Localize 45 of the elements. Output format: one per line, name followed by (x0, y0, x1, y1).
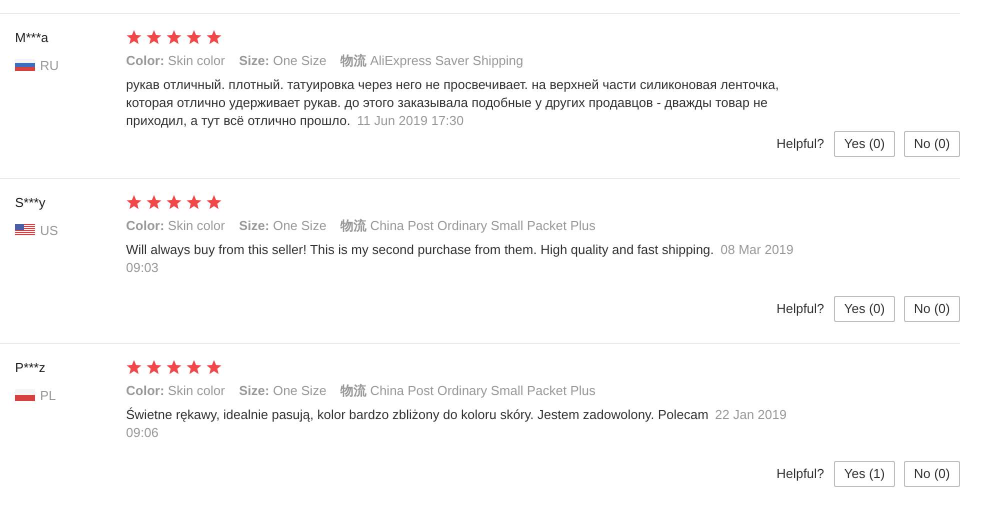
helpful-label: Helpful? (776, 135, 824, 154)
star-icon (146, 360, 162, 374)
size-info: Size: One Size (238, 382, 326, 400)
helpful-label: Helpful? (776, 300, 824, 318)
shipping-info: 物流 China Post Ordinary Small Packet Plus (340, 217, 596, 235)
size-info: Size: One Size (238, 217, 326, 235)
country-code: RU (40, 56, 59, 74)
star-icon (186, 194, 202, 210)
star-icon (186, 30, 202, 44)
no-vote-button[interactable]: No (0) (904, 296, 960, 322)
star-icon (126, 30, 142, 44)
yes-vote-button[interactable]: Yes (1) (834, 461, 895, 487)
country-code: PL (40, 386, 56, 404)
color-info: Color: Skin color (126, 217, 225, 235)
yes-vote-button[interactable]: Yes (0) (834, 296, 895, 322)
star-icon (206, 194, 222, 210)
star-icon (166, 360, 182, 374)
review-text: рукав отличный. плотный. татуировка через него не просвечивает. на верхней части силиконовая ленточка, которая отлично удерживает рукав. до этого заказывала подобные у других продавцов - дважды товар не приходил, а тут всё отлично прошло. 11 Jun 2019 17:30 (126, 76, 780, 130)
color-info: Color: Skin color (126, 382, 225, 400)
flag-icon (15, 224, 35, 236)
helpful-label: Helpful? (776, 465, 824, 484)
country-code: US (40, 222, 58, 240)
no-vote-button[interactable]: No (0) (904, 131, 960, 157)
shipping-info: 物流 China Post Ordinary Small Packet Plus (340, 382, 596, 400)
star-icon (146, 194, 162, 210)
star-icon (206, 360, 222, 374)
color-info: Color: Skin color (126, 52, 225, 70)
user-name: M***a (15, 29, 50, 47)
flag-icon (15, 389, 35, 402)
star-icon (186, 360, 202, 374)
user-name: S***y (15, 194, 46, 212)
yes-vote-button[interactable]: Yes (0) (834, 131, 895, 157)
user-name: P***z (15, 359, 46, 377)
review-text: Świetne rękawy, idealnie pasują, kolor bardzo zbliżony do koloru skóry. Jestem zadowolony. Polecam 22 Jan 2019 09:06 (126, 406, 788, 442)
review-text: Will always buy from this seller! This is my second purchase from them. High quality and fast shipping. 08 Mar 2019 09:03 (126, 240, 795, 276)
star-icon (206, 30, 222, 44)
star-icon (126, 194, 142, 210)
shipping-info: 物流 AliExpress Saver Shipping (340, 52, 524, 70)
star-icon (146, 30, 162, 44)
star-icon (166, 30, 182, 44)
flag-icon (15, 59, 35, 72)
star-icon (166, 194, 182, 210)
no-vote-button[interactable]: No (0) (904, 461, 960, 487)
star-icon (126, 360, 142, 374)
size-info: Size: One Size (238, 52, 326, 70)
